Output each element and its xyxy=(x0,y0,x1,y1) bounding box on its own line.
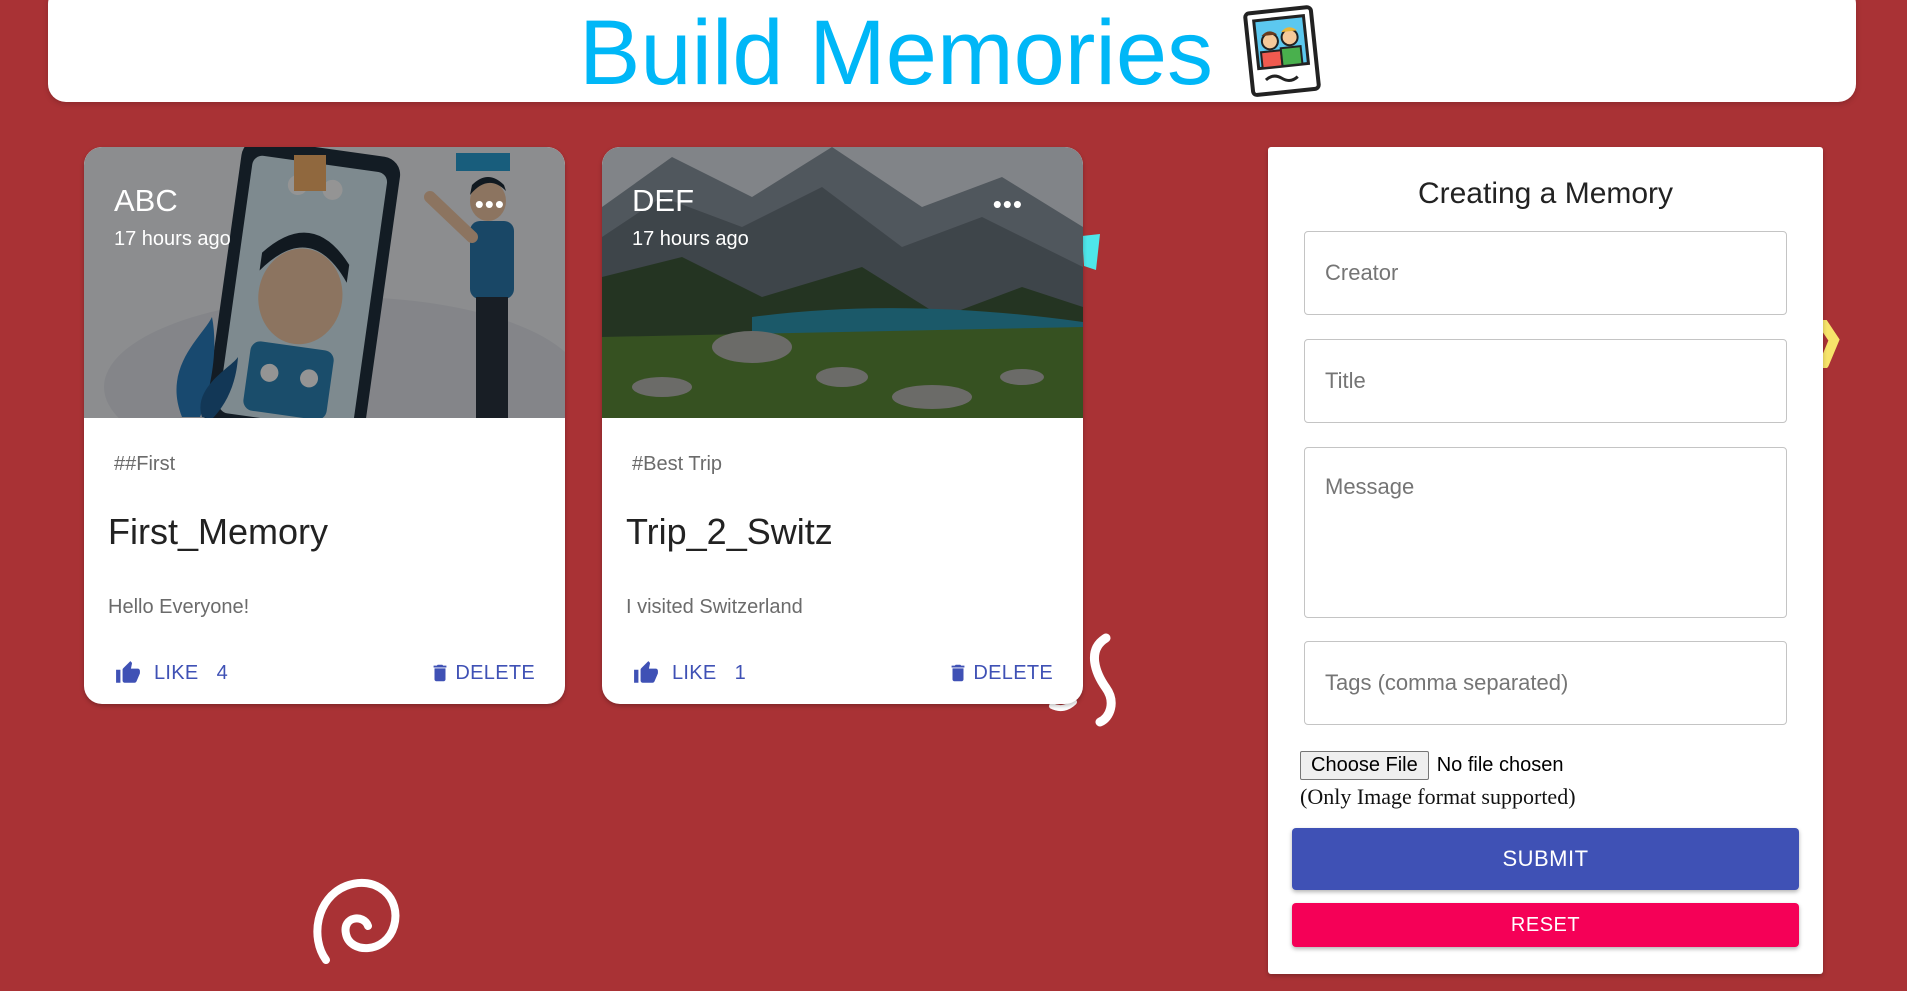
trash-icon xyxy=(951,664,965,682)
choose-file-button[interactable]: Choose File xyxy=(1300,751,1429,780)
thumb-up-icon xyxy=(634,661,658,683)
post-tags: #Best Trip xyxy=(632,453,723,475)
memory-card: DEF 17 hours ago ••• #Best Trip Trip_2_S… xyxy=(602,147,1083,704)
decorative-spiral-white xyxy=(313,878,400,964)
file-status: No file chosen xyxy=(1436,754,1564,776)
post-message: I visited Switzerland xyxy=(626,596,803,618)
app-header: Build Memories xyxy=(48,0,1856,104)
post-actions: LIKE 1 DELETE xyxy=(632,655,1053,691)
thumb-up-icon xyxy=(116,661,140,683)
delete-button[interactable]: DELETE xyxy=(947,660,1053,686)
like-button[interactable]: LIKE 1 xyxy=(632,660,746,686)
delete-label: DELETE xyxy=(455,661,535,684)
delete-button[interactable]: DELETE xyxy=(429,660,535,686)
like-count: 4 xyxy=(216,661,228,684)
tags-field xyxy=(1304,641,1787,725)
message-input[interactable] xyxy=(1305,448,1786,617)
like-label: LIKE xyxy=(672,661,717,684)
trash-icon xyxy=(433,664,447,682)
like-button[interactable]: LIKE 4 xyxy=(114,660,228,686)
submit-button[interactable]: SUBMIT xyxy=(1292,828,1799,890)
post-title: Trip_2_Switz xyxy=(626,511,833,552)
photo-memories-icon xyxy=(1241,4,1325,103)
more-horizontal-icon[interactable]: ••• xyxy=(993,189,1023,220)
more-horizontal-icon[interactable]: ••• xyxy=(475,189,505,220)
reset-button[interactable]: RESET xyxy=(1292,903,1799,947)
file-upload: Choose File No file chosen xyxy=(1300,751,1563,780)
post-time: 17 hours ago xyxy=(632,228,749,250)
file-format-note: (Only Image format supported) xyxy=(1300,784,1576,809)
title-field xyxy=(1304,339,1787,423)
post-tags: ##First xyxy=(114,453,176,475)
post-message: Hello Everyone! xyxy=(108,596,250,618)
post-title: First_Memory xyxy=(108,511,329,552)
form-title: Creating a Memory xyxy=(1417,177,1674,210)
tags-input[interactable] xyxy=(1305,642,1786,724)
post-creator: DEF xyxy=(632,183,694,218)
creator-input[interactable] xyxy=(1305,232,1786,314)
post-actions: LIKE 4 DELETE xyxy=(114,655,535,691)
app-title: Build Memories xyxy=(579,1,1213,104)
like-count: 1 xyxy=(734,661,746,684)
memory-card: ABC 17 hours ago ••• ##First First_Memor… xyxy=(84,147,565,704)
post-time: 17 hours ago xyxy=(114,228,231,250)
message-field xyxy=(1304,447,1787,618)
create-memory-form: Creating a Memory Choose File No file ch… xyxy=(1268,147,1823,974)
title-input[interactable] xyxy=(1305,340,1786,422)
post-creator: ABC xyxy=(114,183,178,218)
creator-field xyxy=(1304,231,1787,315)
like-label: LIKE xyxy=(154,661,199,684)
delete-label: DELETE xyxy=(973,661,1053,684)
decorative-shape-cyan xyxy=(1082,234,1100,270)
